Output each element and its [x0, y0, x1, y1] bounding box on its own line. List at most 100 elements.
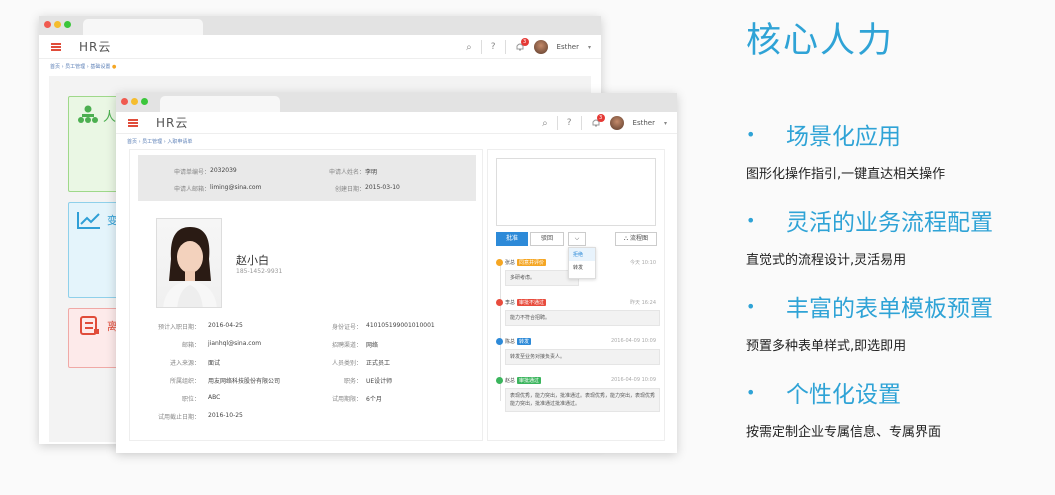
field-label: 身份证号：	[331, 324, 362, 331]
avatar[interactable]	[609, 116, 624, 130]
field-label: 试用截止日期：	[157, 414, 200, 421]
app-logo[interactable]: HR云	[156, 114, 188, 131]
browser-tab[interactable]	[83, 19, 203, 35]
field-label: 职务：	[343, 378, 362, 385]
trend-chart-icon	[77, 212, 100, 229]
breadcrumb-text[interactable]: 首页 › 员工管理 › 基础设置	[50, 64, 110, 70]
field-value: UE设计师	[366, 378, 393, 385]
field-value: 410105199001010001	[366, 322, 435, 329]
comment-textarea[interactable]	[496, 158, 656, 226]
flowchart-label: 流程图	[630, 235, 649, 242]
app-logo[interactable]: HR云	[79, 38, 111, 55]
help-icon[interactable]: ?	[567, 118, 572, 128]
application-form: 申请单编号： 2032039 申请人姓名： 李明 申请人邮箱： liming@s…	[129, 149, 483, 441]
minimize-dot[interactable]	[131, 98, 138, 105]
application-summary	[138, 155, 476, 201]
field-label: 所属组织：	[169, 378, 200, 385]
field-value: 正式员工	[366, 360, 391, 367]
chevron-down-icon[interactable]: ▾	[588, 44, 591, 51]
close-dot[interactable]	[121, 98, 128, 105]
status-badge: 审批不通过	[517, 299, 547, 306]
approver-name: 赵总	[505, 378, 516, 384]
field-label: 预计入职日期：	[157, 324, 200, 331]
search-icon[interactable]: ⌕	[466, 42, 472, 53]
dropdown-item-forward[interactable]: 转发	[569, 261, 595, 274]
status-icon	[496, 338, 503, 345]
breadcrumb: 首页 › 员工管理 › 基础设置 ●	[50, 64, 117, 70]
reject-button[interactable]: 驳回	[530, 232, 564, 246]
field-value: 用友网络科技股份有限公司	[208, 378, 281, 385]
zoom-dot[interactable]	[141, 98, 148, 105]
timeline-item: 赵总 审批通过 2016-04-09 10:09 表现优秀，能力突出，批准通过。表…	[496, 377, 660, 412]
minimize-dot[interactable]	[54, 21, 61, 28]
timeline-item: 李总 审批不通过 昨天 16:24 能力不符合招聘。	[496, 299, 660, 326]
window-chrome	[116, 93, 677, 112]
flowchart-button[interactable]: ⛬ 流程图	[615, 232, 657, 246]
app-header: HR云 ⌕ ? 3 Esther ▾	[116, 112, 677, 134]
help-icon[interactable]: ?	[491, 42, 496, 52]
feature-item: • 个性化设置 按需定制企业专属信息、专属界面	[746, 375, 941, 440]
bullet-icon: •	[746, 382, 756, 402]
field-value: 李明	[365, 169, 378, 176]
bell-icon[interactable]: 3	[515, 38, 529, 52]
field-label: 人员类别：	[331, 360, 362, 367]
chevron-down-icon[interactable]: ▾	[664, 120, 667, 127]
field-value: 2032039	[210, 167, 237, 174]
status-badge: 转发	[517, 338, 532, 345]
field-label: 创建日期：	[334, 186, 365, 193]
bullet-icon: •	[746, 124, 756, 144]
card-label: 人	[103, 110, 117, 125]
approver-name: 李总	[505, 300, 516, 306]
zoom-dot[interactable]	[64, 21, 71, 28]
menu-icon[interactable]	[128, 118, 138, 127]
field-label: 试用期限：	[331, 396, 362, 403]
status-badge: 同意并评价	[517, 259, 547, 266]
field-label: 邮箱：	[181, 342, 200, 349]
field-value: ABC	[208, 394, 221, 401]
candidate-name: 赵小白	[236, 254, 269, 267]
field-value: liming@sina.com	[210, 184, 262, 191]
timestamp: 昨天 16:24	[630, 300, 656, 306]
feature-description: 直觉式的流程设计,灵活易用	[746, 253, 907, 268]
user-name[interactable]: Esther	[633, 119, 655, 127]
candidate-phone: 185-1452-9931	[236, 268, 283, 275]
user-name[interactable]: Esther	[557, 43, 579, 51]
bell-icon[interactable]: 3	[591, 114, 605, 128]
more-actions-button[interactable]: ⌵	[568, 232, 586, 246]
status-badge: 审批通过	[517, 377, 542, 384]
field-label: 申请人姓名：	[328, 169, 365, 176]
menu-icon[interactable]	[51, 42, 61, 51]
avatar[interactable]	[533, 40, 548, 54]
browser-tab[interactable]	[160, 96, 280, 112]
notification-badge: 3	[520, 38, 529, 46]
feature-item: • 场景化应用 图形化操作指引,一键直达相关操作	[746, 117, 945, 182]
comment-box: 能力不符合招聘。	[505, 310, 660, 326]
feature-description: 图形化操作指引,一键直达相关操作	[746, 167, 946, 182]
comment-box: 表现优秀，能力突出，批准通过。表现优秀，能力突出，表现优秀能力突出，批准通过批准…	[505, 388, 660, 412]
breadcrumb-text[interactable]: 首页 › 员工管理 › 入职申请单	[127, 139, 192, 145]
feature-heading: 场景化应用	[786, 124, 901, 150]
approver-name: 张总	[505, 260, 516, 266]
breadcrumb: 首页 › 员工管理 › 入职申请单	[116, 134, 677, 149]
field-label: 申请人邮箱：	[173, 186, 210, 193]
field-label: 进入来源：	[169, 360, 200, 367]
status-icon	[496, 299, 503, 306]
flowchart-icon: ⛬	[623, 235, 629, 242]
org-chart-icon	[78, 105, 98, 123]
feature-heading: 灵活的业务流程配置	[786, 210, 993, 236]
field-value: 网络	[366, 342, 379, 349]
search-icon[interactable]: ⌕	[542, 118, 548, 129]
approve-button[interactable]: 批准	[496, 232, 528, 246]
field-label: 招聘渠道：	[331, 342, 362, 349]
feature-heading: 个性化设置	[786, 382, 901, 408]
dropdown-item-decline[interactable]: 拒绝	[569, 248, 595, 261]
field-value: 面试	[208, 360, 221, 367]
approver-name: 陈总	[505, 339, 516, 345]
field-value: 2015-03-10	[365, 184, 400, 191]
timestamp: 2016-04-09 10:09	[610, 338, 656, 344]
comment-box: 转发至业务对接负责人。	[505, 349, 660, 365]
field-value: 6个月	[366, 396, 382, 403]
status-icon	[496, 377, 503, 384]
close-dot[interactable]	[44, 21, 51, 28]
field-value: 2016-04-25	[208, 322, 243, 329]
